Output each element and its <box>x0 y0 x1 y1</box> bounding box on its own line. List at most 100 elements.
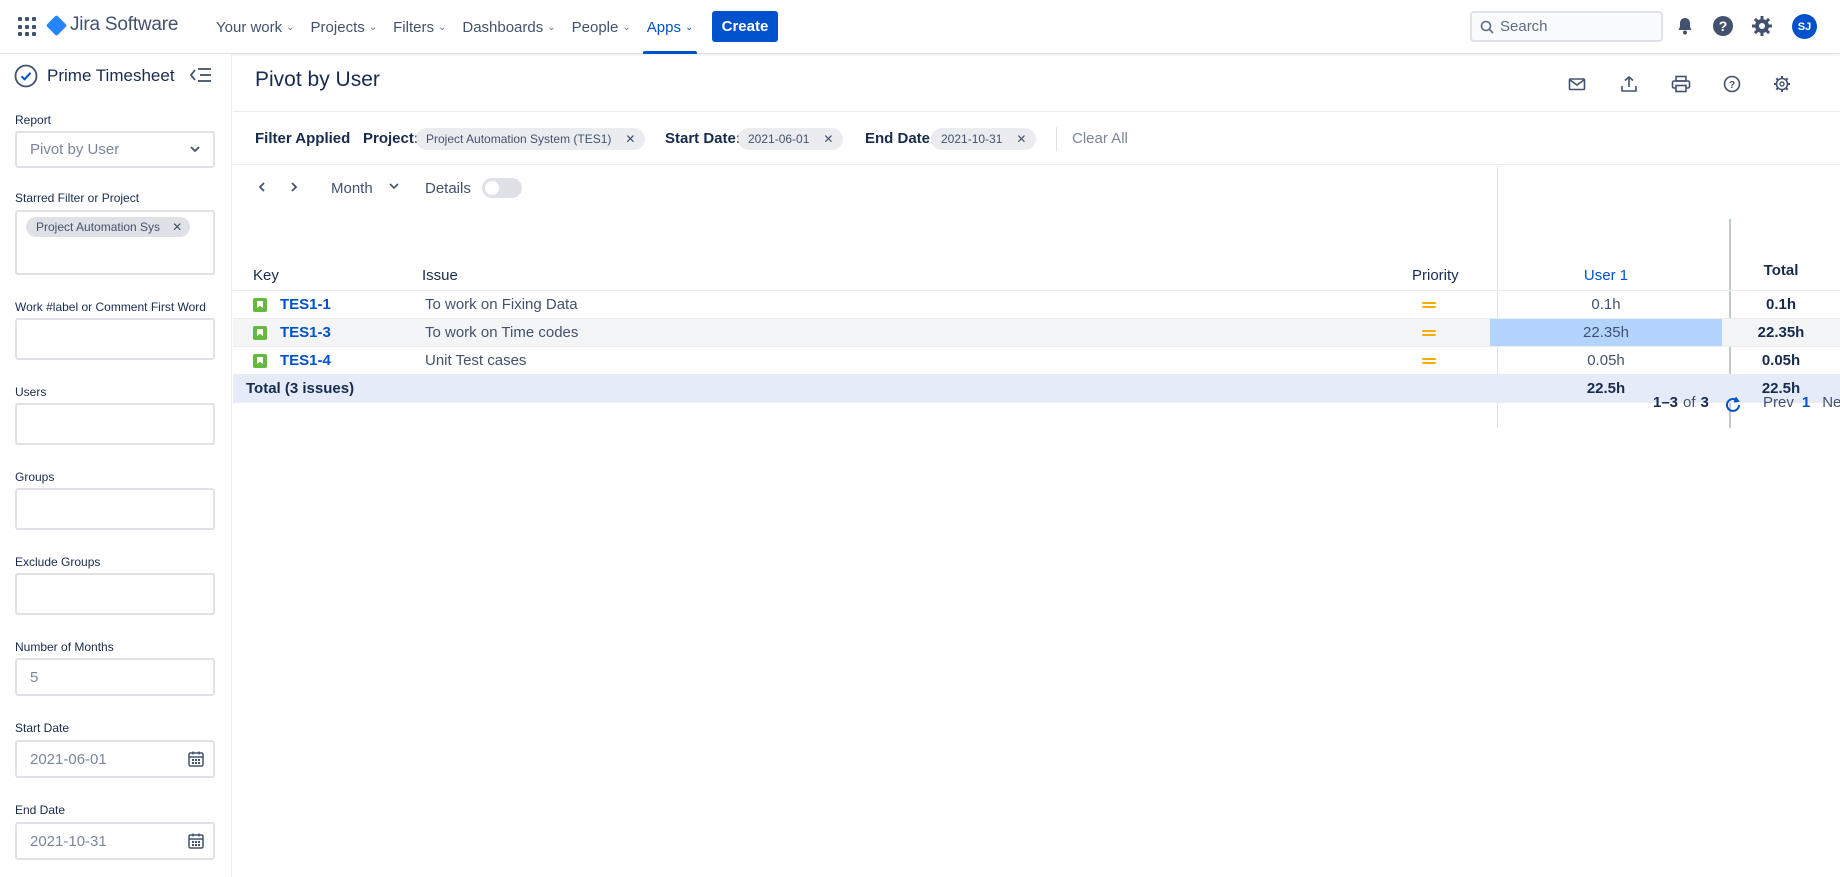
calendar-icon[interactable] <box>187 750 205 768</box>
number-of-months-input[interactable]: 5 <box>15 658 215 696</box>
chevron-down-icon: ⌄ <box>684 21 694 33</box>
next-page-link[interactable]: Next <box>1822 394 1840 411</box>
export-upload-icon[interactable] <box>1617 72 1641 96</box>
number-of-months-label: Number of Months <box>15 640 114 654</box>
previous-period-icon[interactable] <box>257 180 267 197</box>
issue-type-cell <box>233 346 267 375</box>
nav-dashboards[interactable]: Dashboards ⌄ <box>454 0 563 54</box>
issue-key-link[interactable]: TES1-4 <box>280 352 331 369</box>
pager-of: of <box>1683 394 1696 411</box>
user-hours-cell[interactable]: 22.35h <box>1490 318 1722 347</box>
end-date-filter-value: 2021-10-31 <box>941 132 1003 146</box>
create-button[interactable]: Create <box>712 11 778 42</box>
nav-apps[interactable]: Apps ⌄ <box>639 0 702 54</box>
user-hours-cell[interactable]: 0.1h <box>1490 290 1722 319</box>
start-date-input[interactable]: 2021-06-01 <box>15 740 215 778</box>
total-hours-cell: 0.1h <box>1722 290 1840 319</box>
page-title: Pivot by User <box>255 68 380 91</box>
page-number[interactable]: 1 <box>1802 394 1810 411</box>
nav-label: People <box>571 18 619 36</box>
total-row: Total (3 issues) 22.5h 22.5h <box>233 374 1840 403</box>
notifications-bell-icon[interactable] <box>1673 14 1697 38</box>
chevron-down-icon: ⌄ <box>437 21 447 33</box>
end-date-input[interactable]: 2021-10-31 <box>15 822 215 860</box>
issue-key-cell: TES1-3 <box>267 318 422 347</box>
total-hours-cell: 22.35h <box>1722 318 1840 347</box>
user-hours-cell[interactable]: 0.05h <box>1490 346 1722 375</box>
work-label-label: Work #label or Comment First Word <box>15 300 206 314</box>
issue-key-link[interactable]: TES1-1 <box>280 296 331 313</box>
nav-label: Your work <box>216 18 283 36</box>
total-hours-cell: 0.05h <box>1722 346 1840 375</box>
email-icon[interactable] <box>1565 72 1589 96</box>
start-date-filter-label: Start Date: <box>665 130 741 147</box>
prev-page-link[interactable]: Prev <box>1763 394 1794 411</box>
print-icon[interactable] <box>1669 72 1693 96</box>
sidebar: Prime Timesheet Report Pivot by User Sta… <box>0 54 232 877</box>
pager-range: 1–3 <box>1653 394 1679 411</box>
priority-column-header[interactable]: Priority <box>1412 262 1490 291</box>
issue-summary-cell: To work on Fixing Data <box>422 290 1412 319</box>
sidebar-title: Prime Timesheet <box>47 66 175 85</box>
nav-label: Filters <box>393 18 434 36</box>
nav-menu: Your work ⌄ Projects ⌄ Filters ⌄ Dashboards… <box>208 0 701 54</box>
collapse-sidebar-icon[interactable] <box>189 66 212 89</box>
sidebar-header: Prime Timesheet <box>14 64 175 88</box>
remove-project-filter-icon[interactable]: ✕ <box>625 132 635 146</box>
nav-people[interactable]: People ⌄ <box>564 0 639 54</box>
user-column-header[interactable]: User 1 <box>1490 262 1722 291</box>
end-date-label: End Date <box>15 803 66 817</box>
calendar-icon[interactable] <box>187 832 205 850</box>
issue-type-cell <box>233 290 267 319</box>
user-avatar[interactable]: SJ <box>1792 14 1817 39</box>
check-circle-icon <box>14 64 38 88</box>
chip-label: Project Automation Sys <box>36 220 161 234</box>
nav-projects[interactable]: Projects ⌄ <box>303 0 386 54</box>
nav-your-work[interactable]: Your work ⌄ <box>208 0 303 54</box>
key-column-header[interactable]: Key <box>233 262 422 291</box>
nav-label: Dashboards <box>462 18 544 36</box>
help-circle-icon[interactable]: ? <box>1720 72 1744 96</box>
users-label: Users <box>15 385 47 399</box>
search-field[interactable] <box>1470 11 1663 42</box>
issue-key-link[interactable]: TES1-3 <box>280 324 331 341</box>
issue-summary: To work on Time codes <box>425 323 579 341</box>
exclude-groups-input[interactable] <box>15 573 215 615</box>
remove-start-date-filter-icon[interactable]: ✕ <box>823 132 833 146</box>
settings-gear-icon[interactable] <box>1750 14 1774 38</box>
refresh-icon[interactable] <box>1723 395 1743 415</box>
settings-gear-icon[interactable] <box>1770 72 1794 96</box>
divider <box>1056 127 1057 151</box>
clear-all-link[interactable]: Clear All <box>1072 130 1128 147</box>
period-unit-select[interactable]: Month <box>331 180 373 197</box>
project-filter-chip: Project Automation System (TES1) ✕ <box>416 128 646 150</box>
details-toggle[interactable] <box>482 178 522 198</box>
start-date-value: 2021-06-01 <box>30 750 107 768</box>
priority-cell <box>1412 318 1490 347</box>
pager-controls: Prev 1 Next <box>1763 394 1840 411</box>
chevron-down-icon: ⌄ <box>368 21 378 33</box>
chevron-down-icon[interactable] <box>388 181 400 191</box>
chevron-down-icon: ⌄ <box>286 21 295 33</box>
issue-column-header[interactable]: Issue <box>422 262 1412 291</box>
issue-key-cell: TES1-1 <box>267 290 422 319</box>
next-period-icon[interactable] <box>289 180 299 197</box>
nav-filters[interactable]: Filters ⌄ <box>385 0 454 54</box>
total-column-header[interactable]: Total <box>1722 262 1840 291</box>
work-label-input[interactable] <box>15 318 215 360</box>
chevron-down-icon: ⌄ <box>622 21 631 33</box>
user-1-link[interactable]: User 1 <box>1584 267 1628 284</box>
jira-logo[interactable]: Jira Software <box>45 14 178 36</box>
help-icon[interactable]: ? <box>1711 14 1735 38</box>
issue-summary: Unit Test cases <box>425 351 527 369</box>
remove-end-date-filter-icon[interactable]: ✕ <box>1016 132 1026 146</box>
issue-summary-cell: Unit Test cases <box>422 346 1412 375</box>
users-input[interactable] <box>15 403 215 445</box>
search-input[interactable] <box>1500 18 1650 35</box>
app-switcher-icon[interactable] <box>18 17 38 37</box>
project-filter-label: Project: <box>363 130 419 147</box>
remove-chip-icon[interactable]: ✕ <box>172 220 182 234</box>
report-select[interactable]: Pivot by User <box>15 131 215 168</box>
starred-filter-field[interactable]: Project Automation Sys ✕ <box>15 210 215 275</box>
groups-input[interactable] <box>15 488 215 530</box>
